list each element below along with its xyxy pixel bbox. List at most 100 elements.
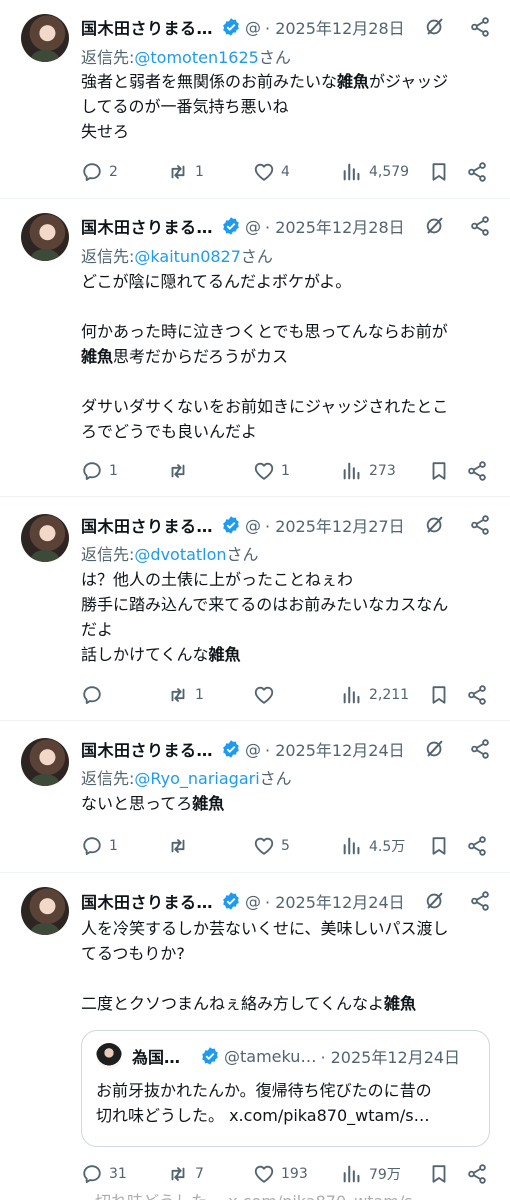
retweet-button[interactable]: 1	[167, 158, 204, 186]
views-count: 273	[369, 463, 396, 479]
text-segment: 強者と弱者を無関係のお前みたいな	[81, 72, 338, 91]
author-handle[interactable]: @	[245, 516, 261, 535]
quote-author-name[interactable]: 為国…	[132, 1044, 180, 1068]
like-button[interactable]: 1	[253, 457, 290, 485]
author-handle[interactable]: @	[245, 217, 261, 236]
share-button[interactable]	[466, 457, 488, 485]
share-button[interactable]	[466, 1160, 488, 1188]
grok-icon[interactable]	[424, 738, 446, 760]
author-name[interactable]: 国木田さりまる…	[81, 513, 213, 537]
avatar[interactable]	[21, 14, 69, 62]
grok-icon[interactable]	[424, 215, 446, 237]
avatar[interactable]	[21, 514, 69, 562]
quote-avatar[interactable]	[96, 1043, 122, 1069]
tweet-5[interactable]: 国木田さりまる… @ · 2025年12月24日 人を冷笑するしか芸ないくせに、…	[0, 873, 510, 1200]
bookmark-button[interactable]	[428, 681, 450, 709]
tweet-text: は？他人の土俵に上がったことねぇわ 勝手に踏み込んで来てるのはお前みたいなカスなん…	[81, 567, 496, 667]
views-button[interactable]: 4,579	[341, 158, 409, 186]
reply-mention[interactable]: @Ryo_nariagari	[134, 769, 259, 788]
text-segment: どこが陰に隠れてるんだよボケがよ。	[81, 272, 352, 291]
author-handle[interactable]: @	[245, 740, 261, 759]
retweet-button[interactable]	[167, 832, 195, 860]
share-button[interactable]	[466, 158, 488, 186]
tweet-date[interactable]: · 2025年12月27日	[265, 513, 405, 537]
replies-count: 2	[109, 164, 118, 180]
retweet-button[interactable]	[167, 457, 195, 485]
like-button[interactable]: 4	[253, 158, 290, 186]
verified-badge-icon	[223, 217, 239, 235]
retweet-button[interactable]: 1	[167, 681, 204, 709]
reply-mention[interactable]: @kaitun0827	[134, 247, 241, 266]
like-button[interactable]: 193	[253, 1160, 308, 1188]
quote-author-handle[interactable]: @tameku…	[224, 1047, 316, 1066]
replies-count: 31	[109, 1166, 127, 1182]
like-icon	[254, 462, 274, 480]
share-icon[interactable]	[469, 16, 491, 38]
views-button[interactable]: 273	[341, 457, 396, 485]
share-button[interactable]	[466, 681, 488, 709]
like-icon	[254, 163, 274, 181]
reply-button[interactable]: 2	[81, 158, 118, 186]
author-name[interactable]: 国木田さりまる…	[81, 15, 213, 39]
tweet-date[interactable]: · 2025年12月28日	[265, 214, 405, 238]
grok-icon[interactable]	[424, 16, 446, 38]
views-count: 4.5万	[369, 839, 406, 855]
author-handle[interactable]: @	[245, 18, 261, 37]
grok-icon[interactable]	[424, 514, 446, 536]
tweet-1[interactable]: 国木田さりまる… @ · 2025年12月28日 返信先:@tomoten162…	[0, 0, 510, 199]
bookmark-button[interactable]	[428, 158, 450, 186]
bookmark-button[interactable]	[428, 457, 450, 485]
quote-date[interactable]: · 2025年12月24日	[320, 1044, 460, 1068]
author-name[interactable]: 国木田さりまる…	[81, 737, 213, 761]
views-count: 2,211	[369, 687, 410, 703]
grok-icon[interactable]	[424, 890, 446, 912]
bookmark-icon	[432, 837, 446, 855]
reply-to: 返信先:@tomoten1625さん	[81, 44, 291, 68]
tweet-date[interactable]: · 2025年12月28日	[265, 15, 405, 39]
author-name[interactable]: 国木田さりまる…	[81, 214, 213, 238]
like-button[interactable]	[253, 681, 281, 709]
avatar[interactable]	[21, 738, 69, 786]
bookmark-button[interactable]	[428, 1160, 450, 1188]
tweet-2[interactable]: 国木田さりまる… @ · 2025年12月28日 返信先:@kaitun0827…	[0, 199, 510, 497]
text-segment: ダサいダサくないをお前如きにジャッジされたとこ	[81, 397, 449, 416]
share-button[interactable]	[466, 832, 488, 860]
reply-button[interactable]	[81, 681, 109, 709]
tweet-text-line	[81, 369, 496, 394]
tweet-date[interactable]: · 2025年12月24日	[265, 737, 405, 761]
reply-label: 返信先:	[81, 545, 135, 564]
reply-icon	[83, 163, 101, 181]
verified-badge-icon	[223, 516, 239, 534]
like-button[interactable]: 5	[253, 832, 290, 860]
reply-mention[interactable]: @tomoten1625	[134, 48, 258, 67]
quote-tweet[interactable]: 為国… @tameku… · 2025年12月24日 お前牙抜かれたんか。復帰待…	[81, 1030, 490, 1147]
likes-count: 5	[281, 838, 290, 854]
share-icon[interactable]	[469, 890, 491, 912]
tweet-date[interactable]: · 2025年12月24日	[265, 889, 405, 913]
like-icon	[254, 1165, 274, 1183]
retweet-button[interactable]: 7	[167, 1160, 204, 1188]
share-icon[interactable]	[469, 215, 491, 237]
views-button[interactable]: 4.5万	[341, 832, 405, 860]
tweet-4[interactable]: 国木田さりまる… @ · 2025年12月24日 返信先:@Ryo_nariag…	[0, 721, 510, 873]
avatar[interactable]	[21, 213, 69, 261]
reply-button[interactable]: 1	[81, 457, 118, 485]
tweet-text-line: どこが陰に隠れてるんだよボケがよ。	[81, 269, 496, 294]
likes-count: 1	[281, 463, 290, 479]
reply-to: 返信先:@kaitun0827さん	[81, 243, 273, 267]
reply-to: 返信先:@dvotatlonさん	[81, 541, 259, 565]
tweet-3[interactable]: 国木田さりまる… @ · 2025年12月27日 返信先:@dvotatlonさ…	[0, 497, 510, 721]
share-icon[interactable]	[469, 738, 491, 760]
reply-mention[interactable]: @dvotatlon	[134, 545, 226, 564]
share-icon[interactable]	[469, 514, 491, 536]
views-button[interactable]: 2,211	[341, 681, 409, 709]
avatar[interactable]	[21, 887, 69, 935]
bookmark-button[interactable]	[428, 832, 450, 860]
text-segment: ろでどうでも良いんだよ	[81, 422, 258, 441]
share-icon	[468, 461, 486, 481]
author-handle[interactable]: @	[245, 892, 261, 911]
reply-button[interactable]: 1	[81, 832, 118, 860]
views-button[interactable]: 79万	[341, 1160, 401, 1188]
reply-button[interactable]: 31	[81, 1160, 127, 1188]
author-name[interactable]: 国木田さりまる…	[81, 889, 213, 913]
